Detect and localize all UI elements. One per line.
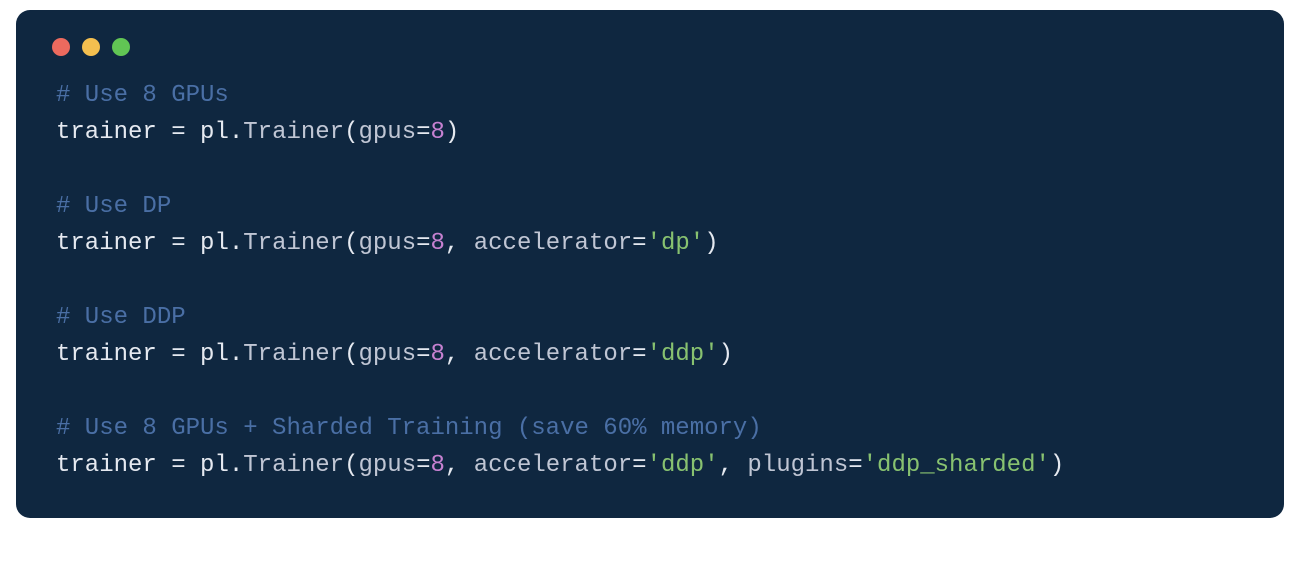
code-token: gpus — [359, 230, 417, 257]
code-token: Trainer — [243, 119, 344, 146]
code-token: plugins — [747, 452, 848, 479]
code-comment: # Use DP — [56, 193, 171, 220]
code-token: ) — [445, 119, 459, 146]
window-titlebar — [46, 32, 1254, 78]
code-token: = — [157, 230, 200, 257]
code-token: trainer — [56, 119, 157, 146]
code-token: trainer — [56, 230, 157, 257]
code-token: ( — [344, 119, 358, 146]
code-token: 8 — [431, 452, 445, 479]
code-token: . — [229, 230, 243, 257]
code-token: = — [848, 452, 862, 479]
close-icon[interactable] — [52, 38, 70, 56]
code-token: = — [157, 452, 200, 479]
code-token: Trainer — [243, 452, 344, 479]
code-token: ) — [1050, 452, 1064, 479]
code-token: = — [632, 230, 646, 257]
code-block: # Use 8 GPUs trainer = pl.Trainer(gpus=8… — [46, 78, 1254, 490]
code-token: ( — [344, 230, 358, 257]
code-token: = — [157, 119, 200, 146]
code-token: accelerator — [474, 341, 632, 368]
code-token: 8 — [431, 119, 445, 146]
code-token: 'dp' — [647, 230, 705, 257]
code-token: 8 — [431, 230, 445, 257]
code-token: = — [416, 452, 430, 479]
code-token: 'ddp_sharded' — [863, 452, 1050, 479]
code-token: , — [719, 452, 748, 479]
code-token: = — [632, 341, 646, 368]
code-token: = — [632, 452, 646, 479]
code-token: = — [416, 341, 430, 368]
code-window: # Use 8 GPUs trainer = pl.Trainer(gpus=8… — [16, 10, 1284, 518]
code-token: accelerator — [474, 452, 632, 479]
code-token: 'ddp' — [647, 341, 719, 368]
zoom-icon[interactable] — [112, 38, 130, 56]
code-comment: # Use 8 GPUs — [56, 82, 229, 109]
code-token: , — [445, 341, 474, 368]
code-token: , — [445, 452, 474, 479]
code-token: accelerator — [474, 230, 632, 257]
code-token: = — [416, 119, 430, 146]
code-token: gpus — [359, 341, 417, 368]
code-token: ) — [719, 341, 733, 368]
code-token: pl — [200, 119, 229, 146]
code-token: ) — [704, 230, 718, 257]
code-token: Trainer — [243, 230, 344, 257]
code-token: = — [157, 341, 200, 368]
code-token: gpus — [359, 119, 417, 146]
code-token: , — [445, 230, 474, 257]
code-token: . — [229, 119, 243, 146]
code-token: . — [229, 452, 243, 479]
code-token: trainer — [56, 341, 157, 368]
code-token: = — [416, 230, 430, 257]
code-token: pl — [200, 452, 229, 479]
code-token: ( — [344, 452, 358, 479]
code-token: Trainer — [243, 341, 344, 368]
code-token: ( — [344, 341, 358, 368]
code-token: pl — [200, 230, 229, 257]
code-token: gpus — [359, 452, 417, 479]
minimize-icon[interactable] — [82, 38, 100, 56]
code-comment: # Use 8 GPUs + Sharded Training (save 60… — [56, 415, 762, 442]
code-token: . — [229, 341, 243, 368]
code-token: 8 — [431, 341, 445, 368]
code-token: pl — [200, 341, 229, 368]
code-token: trainer — [56, 452, 157, 479]
code-comment: # Use DDP — [56, 304, 186, 331]
code-token: 'ddp' — [647, 452, 719, 479]
